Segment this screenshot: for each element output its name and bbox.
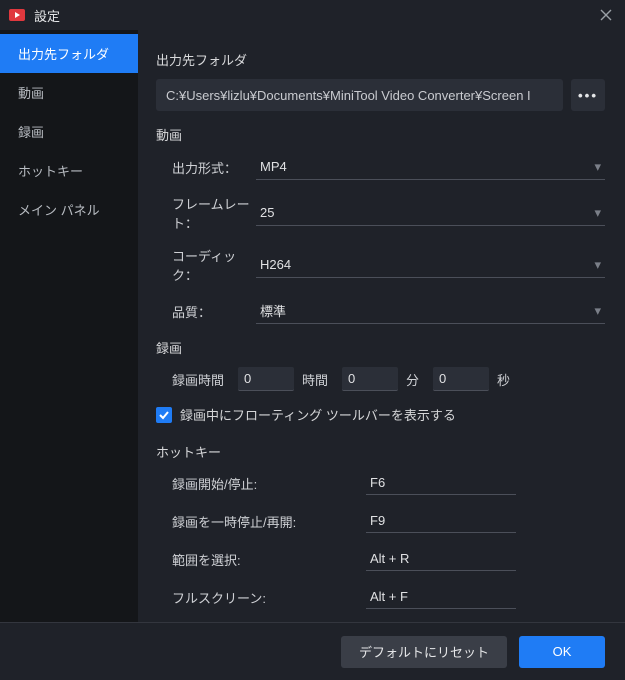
close-icon[interactable]	[595, 4, 617, 26]
chevron-down-icon: ▾	[594, 257, 601, 273]
window-title: 設定	[34, 6, 60, 25]
sidebar-item-output-folder[interactable]: 出力先フォルダ	[0, 34, 138, 73]
chevron-down-icon: ▾	[594, 303, 601, 319]
hotkey-pause-resume-label: 録画を一時停止/再開:	[156, 512, 366, 531]
codec-select[interactable]: H264 ▾	[256, 252, 605, 278]
minutes-unit: 分	[406, 370, 419, 389]
sidebar-item-hotkey[interactable]: ホットキー	[0, 151, 138, 190]
section-hotkey: ホットキー	[156, 442, 605, 461]
hours-unit: 時間	[302, 370, 328, 389]
app-icon	[8, 6, 26, 24]
codec-label: コーディック：	[156, 246, 256, 284]
settings-window: 設定 出力先フォルダ 動画 録画 ホットキー メイン パネル 出力先フォルダ •…	[0, 0, 625, 680]
browse-button[interactable]: •••	[571, 79, 605, 111]
seconds-unit: 秒	[497, 370, 510, 389]
footer: デフォルトにリセット OK	[0, 622, 625, 680]
hotkey-fullscreen-label: フルスクリーン:	[156, 588, 366, 607]
chevron-down-icon: ▾	[594, 159, 601, 175]
format-select[interactable]: MP4 ▾	[256, 154, 605, 180]
content-area: 出力先フォルダ ••• 動画 出力形式： MP4 ▾ フレームレート： 25	[138, 30, 625, 622]
body: 出力先フォルダ 動画 録画 ホットキー メイン パネル 出力先フォルダ ••• …	[0, 30, 625, 622]
titlebar: 設定	[0, 0, 625, 30]
seconds-input[interactable]	[433, 367, 489, 391]
minutes-input[interactable]	[342, 367, 398, 391]
sidebar-item-main-panel[interactable]: メイン パネル	[0, 190, 138, 229]
hotkey-start-stop-value[interactable]: F6	[366, 471, 516, 495]
hotkey-fullscreen-value[interactable]: Alt + F	[366, 585, 516, 609]
hotkey-select-region-value[interactable]: Alt + R	[366, 547, 516, 571]
floating-toolbar-row[interactable]: 録画中にフローティング ツールバーを表示する	[156, 405, 605, 424]
hours-input[interactable]	[238, 367, 294, 391]
hotkey-select-region-label: 範囲を選択:	[156, 550, 366, 569]
output-path-row: •••	[156, 79, 605, 111]
format-label: 出力形式：	[156, 158, 256, 177]
record-duration-row: 録画時間 時間 分 秒	[156, 367, 605, 391]
hotkey-pause-resume-value[interactable]: F9	[366, 509, 516, 533]
reset-defaults-button[interactable]: デフォルトにリセット	[341, 636, 507, 668]
quality-select[interactable]: 標準 ▾	[256, 298, 605, 324]
checkbox-checked-icon[interactable]	[156, 407, 172, 423]
section-record: 録画	[156, 338, 605, 357]
sidebar-item-video[interactable]: 動画	[0, 73, 138, 112]
section-video: 動画	[156, 125, 605, 144]
ellipsis-icon: •••	[578, 88, 598, 103]
chevron-down-icon: ▾	[594, 205, 601, 221]
sidebar-item-record[interactable]: 録画	[0, 112, 138, 151]
ok-button[interactable]: OK	[519, 636, 605, 668]
quality-label: 品質：	[156, 302, 256, 321]
framerate-label: フレームレート：	[156, 194, 256, 232]
duration-label: 録画時間	[172, 370, 224, 389]
sidebar: 出力先フォルダ 動画 録画 ホットキー メイン パネル	[0, 30, 138, 622]
section-output: 出力先フォルダ	[156, 50, 605, 69]
floating-toolbar-label: 録画中にフローティング ツールバーを表示する	[180, 405, 456, 424]
framerate-select[interactable]: 25 ▾	[256, 200, 605, 226]
output-path-input[interactable]	[156, 79, 563, 111]
hotkey-start-stop-label: 録画開始/停止:	[156, 474, 366, 493]
